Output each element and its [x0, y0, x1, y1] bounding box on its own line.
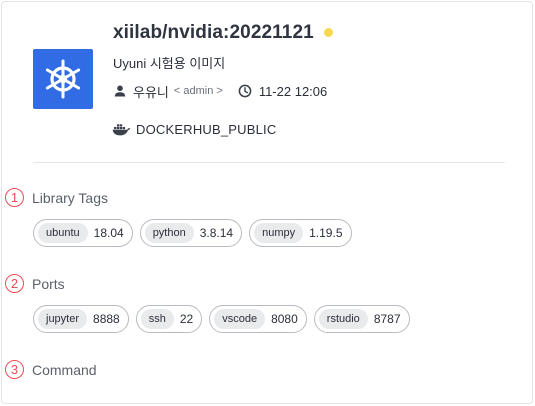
person-icon — [113, 84, 127, 98]
tag-version: 18.04 — [93, 226, 124, 240]
registry-row: DOCKERHUB_PUBLIC — [112, 120, 276, 138]
section-number-badge: 3 — [5, 360, 24, 379]
timestamp: 11-22 12:06 — [258, 83, 328, 99]
port-chip: ssh 22 — [135, 305, 203, 333]
port-name: jupyter — [38, 309, 88, 329]
clock-icon — [238, 84, 252, 98]
divider — [33, 162, 505, 163]
image-detail-card: xiilab/nvidia:20221121 Uyuni 시험용 이미지 우유니… — [1, 1, 533, 404]
port-chip: jupyter 8888 — [33, 305, 129, 333]
library-tag-chip: python 3.8.14 — [139, 219, 243, 247]
section-number-badge: 1 — [5, 188, 24, 207]
docker-icon — [112, 122, 131, 136]
tag-name: python — [144, 223, 194, 243]
port-name: rstudio — [318, 309, 368, 329]
port-chip: rstudio 8787 — [313, 305, 410, 333]
user-name: 우유니 — [133, 84, 169, 100]
section-number-badge: 2 — [5, 274, 24, 293]
title-row: xiilab/nvidia:20221121 — [113, 19, 333, 47]
section-title-text: Command — [32, 361, 97, 378]
tag-version: 3.8.14 — [199, 226, 234, 240]
image-name: xiilab/nvidia:20221121 — [113, 22, 314, 43]
command-section-title: 3 Command — [5, 360, 97, 379]
ports-list: jupyter 8888 ssh 22 vscode 8080 rstudio … — [33, 305, 417, 333]
port-name: vscode — [214, 309, 266, 329]
section-title-text: Library Tags — [32, 189, 109, 206]
section-title-text: Ports — [32, 275, 65, 292]
port-name: ssh — [140, 309, 174, 329]
ports-section-title: 2 Ports — [5, 274, 65, 293]
library-tag-chip: ubuntu 18.04 — [33, 219, 133, 247]
meta-row: 우유니 < admin > 11-22 12:06 — [113, 82, 327, 100]
library-tags-section-title: 1 Library Tags — [5, 188, 108, 207]
port-number: 8080 — [271, 312, 298, 326]
tag-name: ubuntu — [38, 223, 88, 243]
registry-name: DOCKERHUB_PUBLIC — [136, 121, 277, 137]
image-description: Uyuni 시험용 이미지 — [113, 56, 226, 71]
port-chip: vscode 8080 — [209, 305, 307, 333]
user-role: < admin > — [173, 85, 223, 97]
library-tags-list: ubuntu 18.04 python 3.8.14 numpy 1.19.5 — [33, 219, 359, 247]
tag-name: numpy — [254, 223, 304, 243]
port-number: 8787 — [373, 312, 401, 326]
kubernetes-helm-icon — [33, 49, 93, 109]
tag-version: 1.19.5 — [309, 226, 343, 240]
library-tag-chip: numpy 1.19.5 — [249, 219, 352, 247]
status-dot — [323, 27, 333, 37]
port-number: 8888 — [93, 312, 120, 326]
port-number: 22 — [179, 312, 194, 326]
